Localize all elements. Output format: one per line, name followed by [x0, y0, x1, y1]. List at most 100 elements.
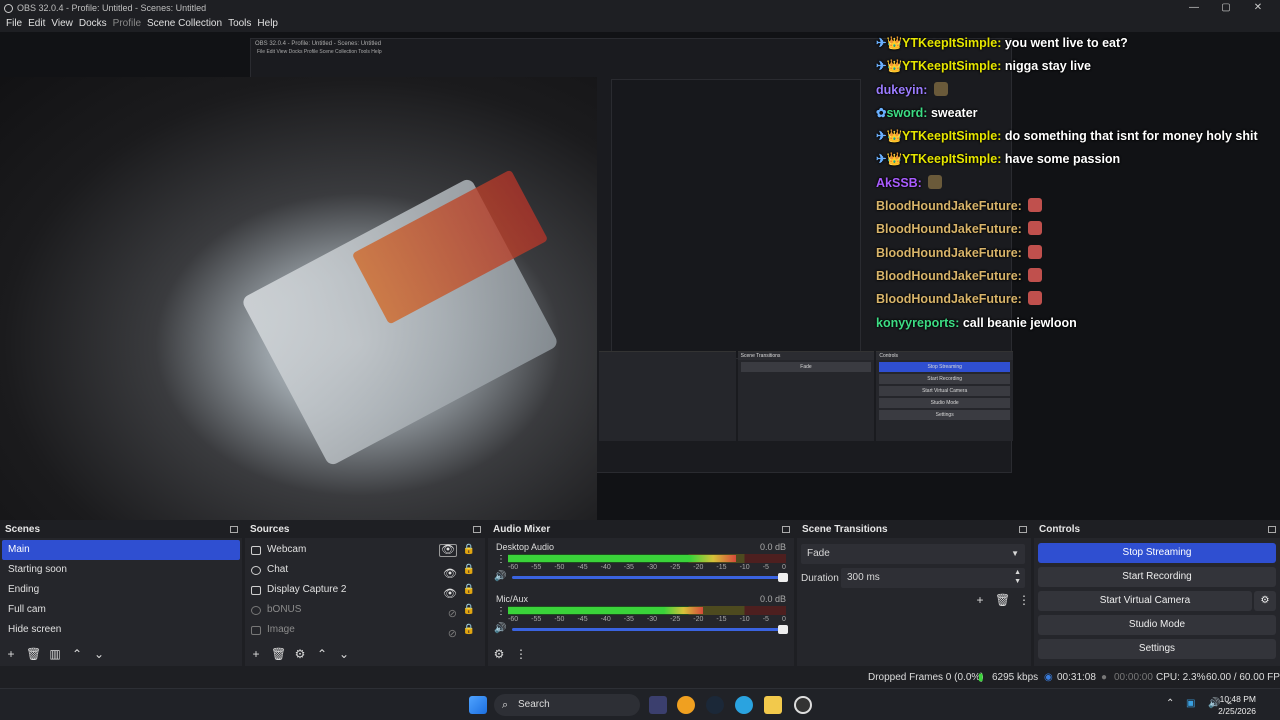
- menu-edit[interactable]: Edit: [25, 16, 48, 32]
- meter-tick-label: -15: [716, 564, 727, 571]
- lock-icon[interactable]: 🔒: [463, 540, 475, 560]
- studio-mode-button[interactable]: Studio Mode: [1038, 615, 1276, 635]
- lock-icon[interactable]: 🔒: [463, 560, 475, 580]
- telegram-icon[interactable]: [735, 696, 753, 714]
- chat-badge-icon: ✈👑: [876, 129, 903, 144]
- slider-knob[interactable]: [778, 573, 788, 582]
- nested-controls-title: Controls: [876, 352, 1014, 360]
- meter-tick-label: -60: [508, 564, 519, 571]
- remove-scene-icon[interactable]: 🗑: [26, 647, 41, 661]
- scene-item-ending[interactable]: Ending: [2, 580, 240, 600]
- meter-tick-label: -40: [600, 616, 611, 623]
- add-scene-icon[interactable]: +: [4, 647, 18, 661]
- preview-canvas[interactable]: OBS 32.0.4 - Profile: Untitled - Scenes:…: [0, 32, 1280, 520]
- source-item-webcam[interactable]: Webcam 👁 🔒: [247, 540, 483, 560]
- undock-icon[interactable]: [1019, 526, 1027, 533]
- menu-profile[interactable]: Profile: [110, 16, 144, 32]
- remove-transition-icon[interactable]: 🗑: [995, 593, 1010, 607]
- visibility-eye-icon[interactable]: 👁: [439, 544, 457, 557]
- remove-source-icon[interactable]: 🗑: [271, 647, 286, 661]
- lock-icon[interactable]: 🔒: [463, 600, 475, 620]
- menu-scene-collection[interactable]: Scene Collection: [144, 16, 225, 32]
- lock-icon[interactable]: 🔒: [463, 620, 475, 640]
- advanced-audio-icon[interactable]: ⚙: [492, 647, 506, 661]
- scene-item-starting-soon[interactable]: Starting soon: [2, 560, 240, 580]
- nested-transitions-title: Scene Transitions: [737, 352, 875, 360]
- settings-button[interactable]: Settings: [1038, 639, 1276, 659]
- browser-app-icon[interactable]: [677, 696, 695, 714]
- move-up-icon[interactable]: ⌃: [70, 647, 84, 661]
- chat-emote-icon: [1028, 267, 1043, 282]
- undock-icon[interactable]: [230, 526, 238, 533]
- minimize-button[interactable]: —: [1178, 0, 1210, 16]
- spinner-icon[interactable]: ▲ ▼: [1014, 568, 1021, 586]
- source-item-chat[interactable]: Chat 👁 🔒: [247, 560, 483, 580]
- start-recording-button[interactable]: Start Recording: [1038, 567, 1276, 587]
- mixer-menu-icon[interactable]: ⋮: [514, 647, 528, 661]
- speaker-icon[interactable]: 🔊: [494, 571, 506, 582]
- move-up-icon[interactable]: ⌃: [315, 647, 329, 661]
- scene-item-hide-screen[interactable]: Hide screen: [2, 620, 240, 640]
- track-menu-icon[interactable]: ⋮: [496, 606, 506, 617]
- nested-stop-streaming: Stop Streaming: [879, 362, 1011, 372]
- duration-input[interactable]: 300 ms ▲ ▼: [841, 568, 1025, 588]
- stop-streaming-button[interactable]: Stop Streaming: [1038, 543, 1276, 563]
- nested-settings: Settings: [879, 410, 1011, 420]
- meter-tick-label: -30: [646, 616, 658, 623]
- slider-knob[interactable]: [778, 625, 788, 634]
- scenes-header: Scenes: [0, 522, 242, 538]
- app-icon[interactable]: [649, 696, 667, 714]
- add-transition-icon[interactable]: +: [973, 593, 987, 607]
- menu-help[interactable]: Help: [254, 16, 281, 32]
- windows-start-icon[interactable]: [469, 696, 487, 714]
- lock-icon[interactable]: 🔒: [463, 580, 475, 600]
- speaker-icon[interactable]: 🔊: [494, 623, 506, 634]
- start-virtual-camera-button[interactable]: Start Virtual Camera: [1038, 591, 1252, 611]
- undock-icon[interactable]: [782, 526, 790, 533]
- visibility-hidden-icon[interactable]: ⊘: [448, 624, 457, 644]
- track-name: Mic/Aux: [496, 594, 529, 604]
- obs-taskbar-icon[interactable]: [794, 696, 812, 714]
- source-properties-icon[interactable]: ⚙: [293, 647, 307, 661]
- menu-tools[interactable]: Tools: [225, 16, 254, 32]
- close-button[interactable]: ✕: [1242, 0, 1274, 16]
- record-icon: ●: [1101, 672, 1108, 683]
- sources-title: Sources: [250, 524, 290, 535]
- track-menu-icon[interactable]: ⋮: [496, 554, 506, 565]
- transition-menu-icon[interactable]: ⋮: [1017, 593, 1031, 607]
- undock-icon[interactable]: [1268, 526, 1276, 533]
- move-down-icon[interactable]: ⌄: [92, 647, 106, 661]
- add-source-icon[interactable]: +: [249, 647, 263, 661]
- tray-app-icon[interactable]: ▣: [1186, 698, 1195, 709]
- meter-tick-label: -10: [739, 564, 750, 571]
- virtual-camera-settings-gear-icon[interactable]: ⚙: [1254, 591, 1276, 611]
- tray-overflow-icon[interactable]: ⌃: [1166, 698, 1174, 709]
- maximize-button[interactable]: ▢: [1210, 0, 1242, 16]
- mixer-track-mic-aux: Mic/Aux 0.0 dB ⋮ -60 -55 -50 -45 -40 -35 -30 -2…: [492, 594, 790, 644]
- menu-docks[interactable]: Docks: [76, 16, 110, 32]
- move-down-icon[interactable]: ⌄: [337, 647, 351, 661]
- windows-taskbar: ⌕ Search ⌃ ▣ 🔊 ⌁ 10:48 PM 2/25/2026: [0, 688, 1280, 720]
- source-item-image[interactable]: Image ⊘ 🔒: [247, 620, 483, 640]
- scene-item-main[interactable]: Main: [2, 540, 240, 560]
- steam-icon[interactable]: [706, 696, 724, 714]
- scene-transitions-dock: Scene Transitions Fade ▼ Duration 300 ms…: [797, 522, 1031, 666]
- menu-view[interactable]: View: [48, 16, 76, 32]
- file-explorer-icon[interactable]: [764, 696, 782, 714]
- taskbar-clock[interactable]: 10:48 PM 2/25/2026: [1218, 693, 1256, 717]
- transition-select[interactable]: Fade ▼: [801, 544, 1025, 564]
- scene-filters-icon[interactable]: ▥: [48, 647, 62, 661]
- record-time: 00:00:00: [1114, 672, 1153, 683]
- clock-time: 10:48 PM: [1219, 694, 1256, 704]
- scene-item-full-cam[interactable]: Full cam: [2, 600, 240, 620]
- taskbar-search[interactable]: ⌕ Search: [494, 694, 640, 716]
- source-item-display-capture-2[interactable]: Display Capture 2 👁 🔒: [247, 580, 483, 600]
- source-item-bonus[interactable]: bONUS ⊘ 🔒: [247, 600, 483, 620]
- undock-icon[interactable]: [473, 526, 481, 533]
- monitor-icon: [251, 585, 261, 595]
- volume-slider[interactable]: [512, 625, 788, 634]
- menu-file[interactable]: File: [3, 16, 25, 32]
- chat-emote-icon: [1028, 221, 1043, 236]
- meter-tick-label: -45: [577, 564, 588, 571]
- volume-slider[interactable]: [512, 573, 788, 582]
